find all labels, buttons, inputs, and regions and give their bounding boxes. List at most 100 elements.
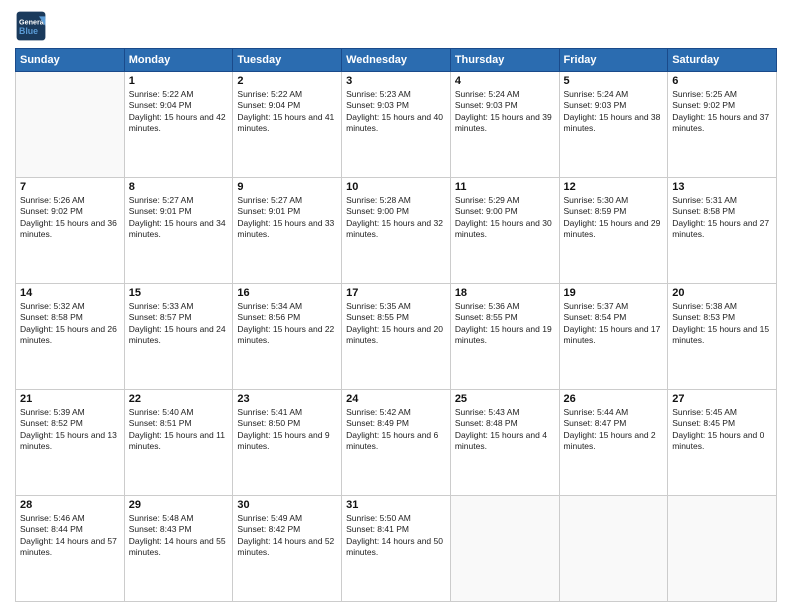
day-number: 12 (564, 181, 664, 193)
day-cell: 3 Sunrise: 5:23 AMSunset: 9:03 PMDayligh… (342, 72, 451, 178)
day-number: 29 (129, 499, 229, 511)
day-number: 4 (455, 75, 555, 87)
day-info: Sunrise: 5:37 AMSunset: 8:54 PMDaylight:… (564, 301, 661, 345)
day-info: Sunrise: 5:25 AMSunset: 9:02 PMDaylight:… (672, 89, 769, 133)
day-cell: 24 Sunrise: 5:42 AMSunset: 8:49 PMDaylig… (342, 390, 451, 496)
day-info: Sunrise: 5:42 AMSunset: 8:49 PMDaylight:… (346, 407, 438, 451)
day-cell: 6 Sunrise: 5:25 AMSunset: 9:02 PMDayligh… (668, 72, 777, 178)
day-info: Sunrise: 5:22 AMSunset: 9:04 PMDaylight:… (237, 89, 334, 133)
logo: General Blue (15, 10, 47, 42)
calendar: SundayMondayTuesdayWednesdayThursdayFrid… (15, 48, 777, 602)
day-cell: 29 Sunrise: 5:48 AMSunset: 8:43 PMDaylig… (124, 496, 233, 602)
day-number: 14 (20, 287, 120, 299)
calendar-body: 1 Sunrise: 5:22 AMSunset: 9:04 PMDayligh… (16, 72, 777, 602)
day-info: Sunrise: 5:39 AMSunset: 8:52 PMDaylight:… (20, 407, 117, 451)
day-number: 24 (346, 393, 446, 405)
day-number: 16 (237, 287, 337, 299)
day-info: Sunrise: 5:27 AMSunset: 9:01 PMDaylight:… (237, 195, 334, 239)
day-info: Sunrise: 5:22 AMSunset: 9:04 PMDaylight:… (129, 89, 226, 133)
logo-icon: General Blue (15, 10, 47, 42)
weekday-monday: Monday (124, 49, 233, 72)
day-cell: 5 Sunrise: 5:24 AMSunset: 9:03 PMDayligh… (559, 72, 668, 178)
day-cell (450, 496, 559, 602)
day-info: Sunrise: 5:34 AMSunset: 8:56 PMDaylight:… (237, 301, 334, 345)
day-info: Sunrise: 5:50 AMSunset: 8:41 PMDaylight:… (346, 513, 443, 557)
day-number: 21 (20, 393, 120, 405)
day-info: Sunrise: 5:24 AMSunset: 9:03 PMDaylight:… (455, 89, 552, 133)
day-cell (668, 496, 777, 602)
day-info: Sunrise: 5:38 AMSunset: 8:53 PMDaylight:… (672, 301, 769, 345)
header: General Blue (15, 10, 777, 42)
day-cell: 21 Sunrise: 5:39 AMSunset: 8:52 PMDaylig… (16, 390, 125, 496)
day-info: Sunrise: 5:24 AMSunset: 9:03 PMDaylight:… (564, 89, 661, 133)
day-info: Sunrise: 5:35 AMSunset: 8:55 PMDaylight:… (346, 301, 443, 345)
day-info: Sunrise: 5:46 AMSunset: 8:44 PMDaylight:… (20, 513, 117, 557)
svg-text:Blue: Blue (19, 26, 38, 36)
day-cell: 16 Sunrise: 5:34 AMSunset: 8:56 PMDaylig… (233, 284, 342, 390)
day-number: 3 (346, 75, 446, 87)
day-cell: 30 Sunrise: 5:49 AMSunset: 8:42 PMDaylig… (233, 496, 342, 602)
day-number: 25 (455, 393, 555, 405)
day-info: Sunrise: 5:36 AMSunset: 8:55 PMDaylight:… (455, 301, 552, 345)
day-info: Sunrise: 5:31 AMSunset: 8:58 PMDaylight:… (672, 195, 769, 239)
day-cell: 18 Sunrise: 5:36 AMSunset: 8:55 PMDaylig… (450, 284, 559, 390)
day-info: Sunrise: 5:28 AMSunset: 9:00 PMDaylight:… (346, 195, 443, 239)
day-info: Sunrise: 5:49 AMSunset: 8:42 PMDaylight:… (237, 513, 334, 557)
day-cell: 10 Sunrise: 5:28 AMSunset: 9:00 PMDaylig… (342, 178, 451, 284)
day-info: Sunrise: 5:27 AMSunset: 9:01 PMDaylight:… (129, 195, 226, 239)
weekday-tuesday: Tuesday (233, 49, 342, 72)
day-info: Sunrise: 5:23 AMSunset: 9:03 PMDaylight:… (346, 89, 443, 133)
day-cell: 1 Sunrise: 5:22 AMSunset: 9:04 PMDayligh… (124, 72, 233, 178)
day-cell: 4 Sunrise: 5:24 AMSunset: 9:03 PMDayligh… (450, 72, 559, 178)
week-row-0: 1 Sunrise: 5:22 AMSunset: 9:04 PMDayligh… (16, 72, 777, 178)
day-cell (16, 72, 125, 178)
day-cell: 22 Sunrise: 5:40 AMSunset: 8:51 PMDaylig… (124, 390, 233, 496)
week-row-2: 14 Sunrise: 5:32 AMSunset: 8:58 PMDaylig… (16, 284, 777, 390)
day-number: 6 (672, 75, 772, 87)
day-number: 13 (672, 181, 772, 193)
day-number: 15 (129, 287, 229, 299)
day-number: 2 (237, 75, 337, 87)
day-number: 5 (564, 75, 664, 87)
day-info: Sunrise: 5:40 AMSunset: 8:51 PMDaylight:… (129, 407, 225, 451)
day-cell: 11 Sunrise: 5:29 AMSunset: 9:00 PMDaylig… (450, 178, 559, 284)
week-row-3: 21 Sunrise: 5:39 AMSunset: 8:52 PMDaylig… (16, 390, 777, 496)
day-cell: 9 Sunrise: 5:27 AMSunset: 9:01 PMDayligh… (233, 178, 342, 284)
day-cell: 25 Sunrise: 5:43 AMSunset: 8:48 PMDaylig… (450, 390, 559, 496)
day-cell: 19 Sunrise: 5:37 AMSunset: 8:54 PMDaylig… (559, 284, 668, 390)
day-cell: 12 Sunrise: 5:30 AMSunset: 8:59 PMDaylig… (559, 178, 668, 284)
day-info: Sunrise: 5:26 AMSunset: 9:02 PMDaylight:… (20, 195, 117, 239)
day-number: 20 (672, 287, 772, 299)
day-number: 11 (455, 181, 555, 193)
day-number: 9 (237, 181, 337, 193)
day-number: 18 (455, 287, 555, 299)
day-number: 31 (346, 499, 446, 511)
page: General Blue SundayMondayTuesdayWednesda… (0, 0, 792, 612)
weekday-sunday: Sunday (16, 49, 125, 72)
day-info: Sunrise: 5:43 AMSunset: 8:48 PMDaylight:… (455, 407, 547, 451)
day-number: 19 (564, 287, 664, 299)
weekday-header: SundayMondayTuesdayWednesdayThursdayFrid… (16, 49, 777, 72)
day-cell: 28 Sunrise: 5:46 AMSunset: 8:44 PMDaylig… (16, 496, 125, 602)
day-cell: 2 Sunrise: 5:22 AMSunset: 9:04 PMDayligh… (233, 72, 342, 178)
day-number: 30 (237, 499, 337, 511)
day-info: Sunrise: 5:44 AMSunset: 8:47 PMDaylight:… (564, 407, 656, 451)
weekday-thursday: Thursday (450, 49, 559, 72)
day-number: 28 (20, 499, 120, 511)
day-cell: 15 Sunrise: 5:33 AMSunset: 8:57 PMDaylig… (124, 284, 233, 390)
day-number: 22 (129, 393, 229, 405)
day-info: Sunrise: 5:48 AMSunset: 8:43 PMDaylight:… (129, 513, 226, 557)
day-number: 27 (672, 393, 772, 405)
day-cell (559, 496, 668, 602)
day-number: 26 (564, 393, 664, 405)
day-info: Sunrise: 5:45 AMSunset: 8:45 PMDaylight:… (672, 407, 764, 451)
day-number: 7 (20, 181, 120, 193)
day-cell: 14 Sunrise: 5:32 AMSunset: 8:58 PMDaylig… (16, 284, 125, 390)
day-cell: 17 Sunrise: 5:35 AMSunset: 8:55 PMDaylig… (342, 284, 451, 390)
week-row-4: 28 Sunrise: 5:46 AMSunset: 8:44 PMDaylig… (16, 496, 777, 602)
day-info: Sunrise: 5:29 AMSunset: 9:00 PMDaylight:… (455, 195, 552, 239)
day-number: 1 (129, 75, 229, 87)
weekday-saturday: Saturday (668, 49, 777, 72)
day-info: Sunrise: 5:32 AMSunset: 8:58 PMDaylight:… (20, 301, 117, 345)
day-cell: 31 Sunrise: 5:50 AMSunset: 8:41 PMDaylig… (342, 496, 451, 602)
